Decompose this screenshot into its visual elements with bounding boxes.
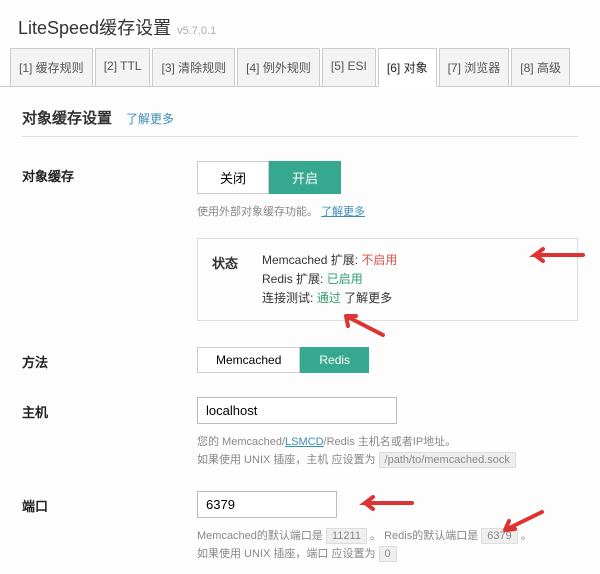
host-hint2-a: 如果使用 UNIX 插座，主机 应设置为 (197, 454, 375, 466)
connection-test-link[interactable]: 了解更多 (344, 291, 392, 305)
status-label: 状态 (212, 251, 238, 309)
host-label: 主机 (22, 397, 197, 469)
tab-browser[interactable]: [7] 浏览器 (439, 48, 510, 86)
port-hint2-a: 如果使用 UNIX 插座，端口 应设置为 (197, 548, 375, 560)
method-redis-button[interactable]: Redis (300, 347, 369, 373)
tabs-bar: [1] 缓存规则 [2] TTL [3] 清除规则 [4] 例外规则 [5] E… (0, 48, 600, 87)
annotation-arrow-icon (338, 310, 388, 340)
annotation-arrow-icon (357, 493, 417, 513)
object-cache-off-button[interactable]: 关闭 (197, 161, 269, 194)
tab-ttl[interactable]: [2] TTL (95, 48, 151, 86)
port-hint-code1: 11211 (326, 528, 367, 544)
annotation-arrow-icon (525, 245, 585, 265)
redis-ext-label: Redis 扩展: (262, 272, 323, 286)
redis-ext-value: 已启用 (327, 272, 363, 286)
tab-esi[interactable]: [5] ESI (322, 48, 376, 86)
object-cache-on-button[interactable]: 开启 (269, 161, 341, 194)
port-hint2-code: 0 (379, 546, 397, 562)
host-hint-b: /Redis 主机名或者IP地址。 (324, 436, 457, 448)
port-hint-c: 。 (521, 530, 532, 542)
page-title: LiteSpeed缓存设置 (18, 14, 171, 40)
port-hint-b: 。 Redis的默认端口是 (370, 530, 478, 542)
tab-purge-rules[interactable]: [3] 清除规则 (152, 48, 235, 86)
host-hint-lsmcd-link[interactable]: LSMCD (285, 436, 324, 448)
object-cache-hint-link[interactable]: 了解更多 (321, 206, 365, 218)
memcached-ext-value: 不启用 (361, 253, 397, 267)
port-hint-a: Memcached的默认端口是 (197, 530, 323, 542)
tab-exclusion-rules[interactable]: [4] 例外规则 (237, 48, 320, 86)
host-hint-a: 您的 Memcached/ (197, 436, 285, 448)
method-label: 方法 (22, 347, 197, 379)
method-memcached-button[interactable]: Memcached (197, 347, 300, 373)
host-input[interactable] (197, 397, 397, 424)
connection-test-value: 通过 (317, 291, 341, 305)
memcached-ext-label: Memcached 扩展: (262, 253, 358, 267)
port-input[interactable] (197, 491, 337, 518)
tab-advanced[interactable]: [8] 高级 (511, 48, 570, 86)
port-hint-code2: 6379 (481, 528, 517, 544)
tab-cache-rules[interactable]: [1] 缓存规则 (10, 48, 93, 86)
tab-object[interactable]: [6] 对象 (378, 48, 437, 87)
object-cache-hint: 使用外部对象缓存功能。 (197, 206, 318, 218)
section-title: 对象缓存设置 (22, 107, 112, 128)
host-hint2-code: /path/to/memcached.sock (379, 452, 516, 468)
port-label: 端口 (22, 491, 197, 563)
connection-test-label: 连接测试: (262, 291, 313, 305)
object-cache-label: 对象缓存 (22, 161, 197, 321)
version-label: v5.7.0.1 (177, 25, 216, 37)
section-learn-more-link[interactable]: 了解更多 (126, 110, 174, 127)
